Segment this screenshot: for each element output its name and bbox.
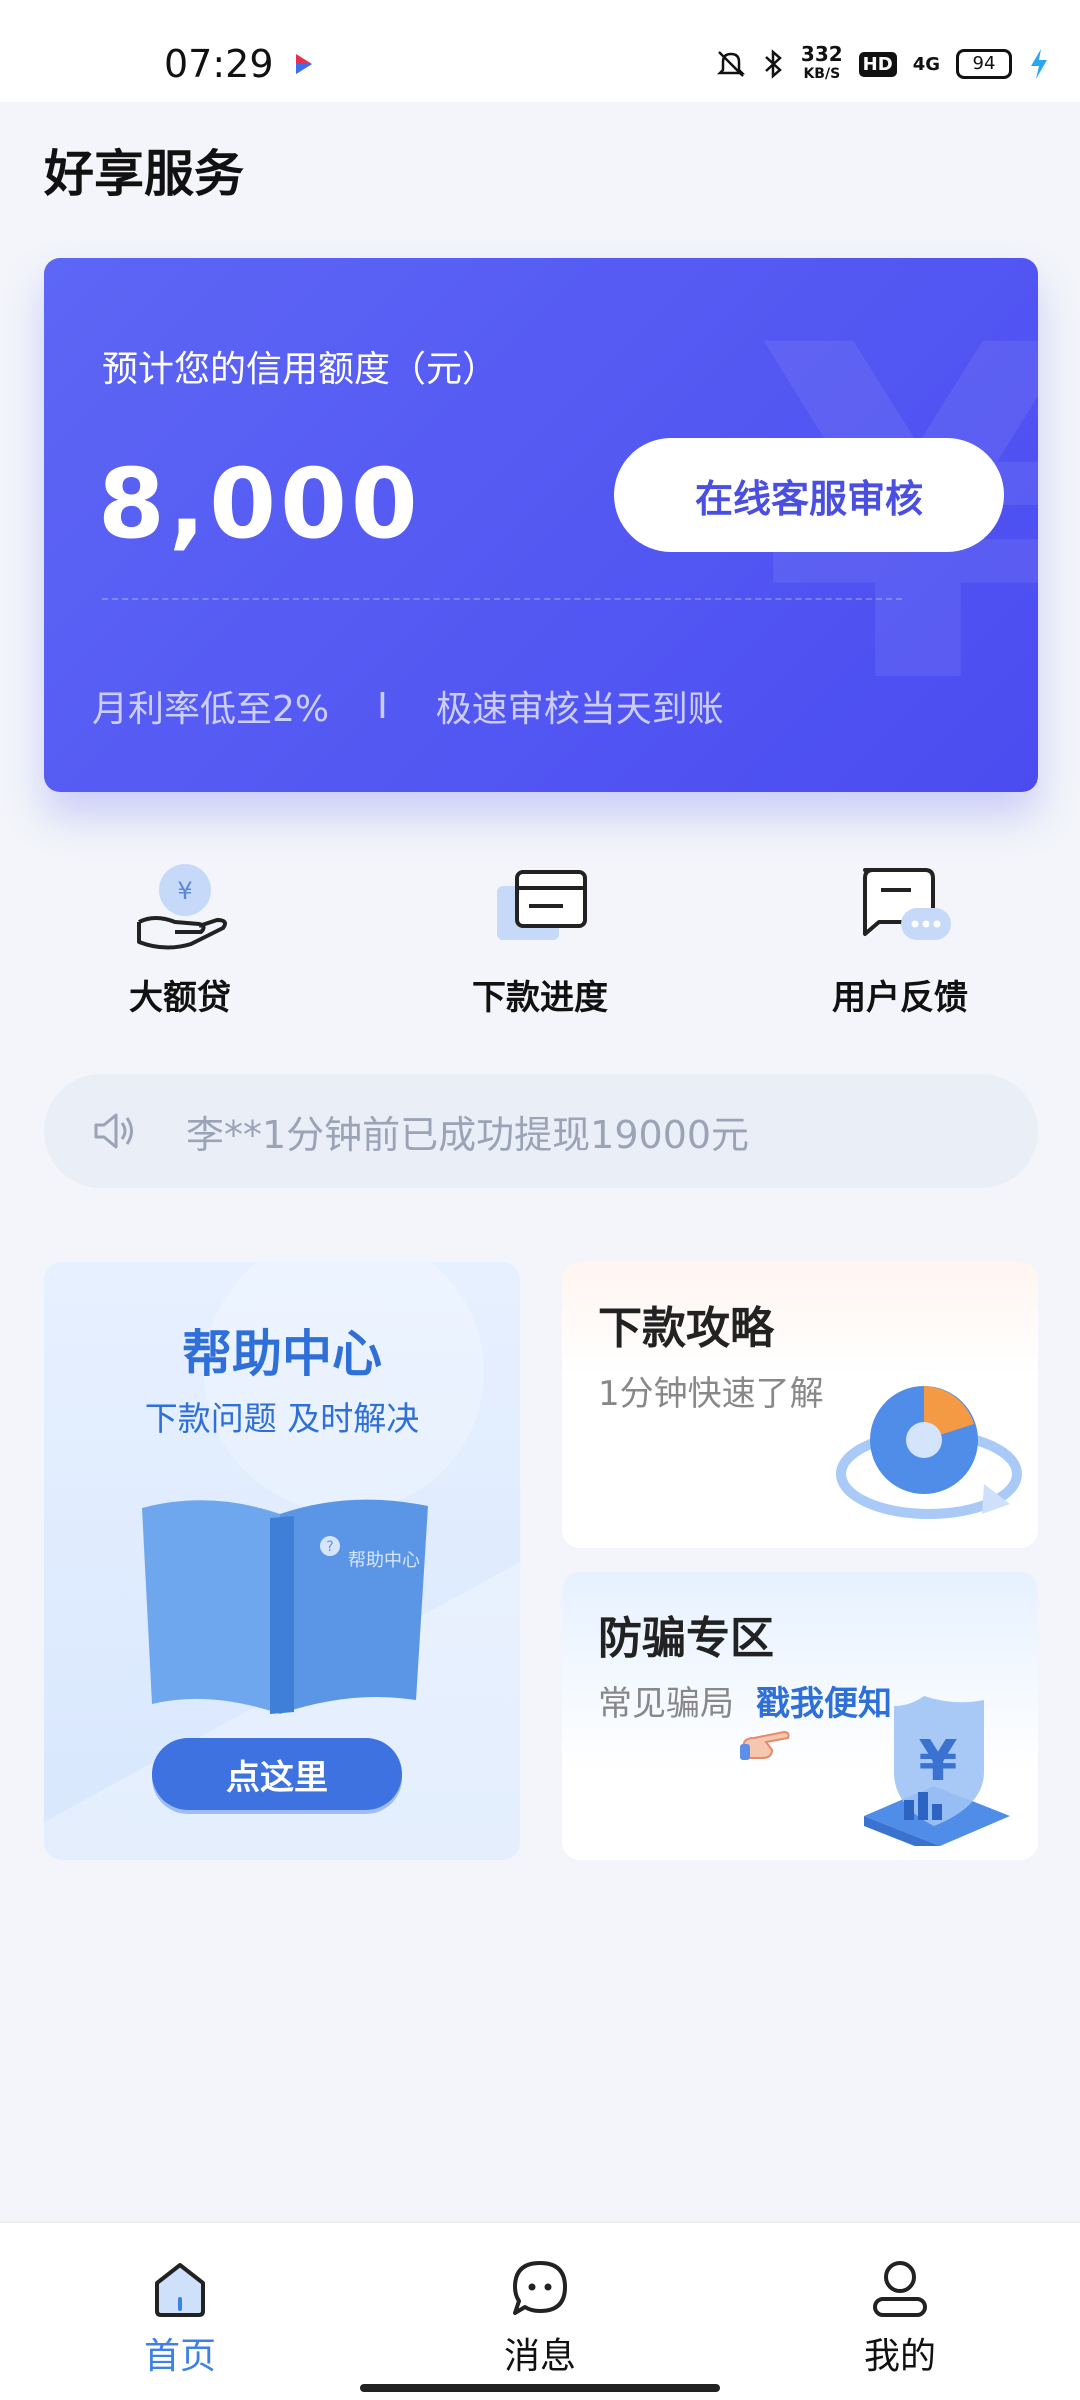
speaker-icon: [94, 1113, 133, 1149]
book-label: 帮助中心: [348, 1550, 420, 1571]
online-review-button[interactable]: 在线客服审核: [614, 438, 1004, 552]
profile-icon: [873, 2261, 927, 2317]
fraud-title: 防骗专区: [598, 1613, 774, 1664]
feature-separator: I: [377, 685, 388, 727]
page-title: 好享服务: [44, 145, 244, 203]
feature-row: 月利率低至2% I 极速审核当天到账: [92, 680, 724, 732]
tab-profile[interactable]: 我的: [820, 2257, 980, 2379]
quick-action-label: 下款进度: [472, 978, 608, 1018]
tab-home[interactable]: 首页: [100, 2257, 260, 2379]
feature-fast: 极速审核当天到账: [435, 689, 724, 730]
svg-text:¥: ¥: [919, 1729, 958, 1794]
quick-action-progress[interactable]: 下款进度: [440, 862, 640, 1019]
charging-icon: [1031, 49, 1047, 79]
quick-action-large-loan[interactable]: ¥ 大额贷: [80, 862, 280, 1019]
credit-limit-amount: 8,000: [98, 448, 422, 560]
quick-actions: ¥ 大额贷 下款进度 用户反馈: [0, 862, 1080, 1022]
message-icon: [513, 2261, 567, 2315]
network-speed: 332 KB/S: [800, 42, 843, 82]
credit-limit-label: 预计您的信用额度（元）: [102, 349, 499, 390]
credit-limit-card: ¥ 预计您的信用额度（元） 8,000 在线客服审核 月利率低至2% I 极速审…: [44, 258, 1038, 792]
quick-action-label: 用户反馈: [832, 978, 968, 1018]
status-icons: 332 KB/S HD 4G 94: [715, 44, 1050, 84]
quick-action-feedback[interactable]: 用户反馈: [800, 862, 1000, 1019]
bluetooth-icon: [765, 49, 782, 79]
mute-bell-icon: [716, 51, 745, 77]
home-icon: [155, 2263, 205, 2317]
help-center-card[interactable]: 帮助中心 下款问题 及时解决 ? 帮助中心 点这里: [44, 1262, 520, 1860]
help-center-title: 帮助中心: [182, 1325, 382, 1383]
click-here-button[interactable]: 点这里: [152, 1738, 402, 1810]
guide-subtitle: 1分钟快速了解: [598, 1374, 824, 1414]
quick-action-label: 大额贷: [129, 978, 231, 1018]
tab-label: 消息: [503, 2336, 576, 2377]
pie-chart-icon: [836, 1386, 1022, 1519]
card-icon: [497, 870, 587, 940]
notice-text: 李**1分钟前已成功提现19000元: [186, 1112, 750, 1157]
status-bar: 07:29 332 KB/S HD 4G 94: [0, 0, 1080, 102]
bottom-tab-bar: 首页 消息 我的: [0, 2222, 1080, 2400]
battery-icon: 94: [956, 49, 1012, 79]
home-indicator[interactable]: [360, 2384, 720, 2392]
shield-yen-icon: ¥: [864, 1696, 1010, 1846]
hand-yen-icon: ¥: [137, 864, 227, 950]
hd-badge: HD: [858, 51, 897, 77]
pointing-hand-icon: [740, 1730, 790, 1760]
app-logo-icon: [296, 54, 312, 74]
tab-messages[interactable]: 消息: [460, 2257, 620, 2379]
tab-label: 首页: [143, 2336, 216, 2377]
notice-ticker[interactable]: 李**1分钟前已成功提现19000元: [44, 1074, 1038, 1188]
svg-text:¥: ¥: [177, 877, 192, 905]
feature-rate: 月利率低至2%: [92, 689, 330, 730]
signal-icon: 4G: [912, 53, 940, 75]
chat-bubble-icon: [863, 868, 951, 940]
guide-title: 下款攻略: [598, 1303, 774, 1354]
help-center-subtitle: 下款问题 及时解决: [144, 1399, 420, 1438]
book-icon: ?: [142, 1499, 428, 1714]
tab-label: 我的: [863, 2336, 936, 2377]
status-time: 07:29: [164, 42, 274, 86]
svg-text:?: ?: [326, 1539, 333, 1555]
divider: [102, 598, 902, 600]
loan-guide-card[interactable]: 下款攻略 1分钟快速了解: [562, 1262, 1038, 1548]
anti-fraud-card[interactable]: 防骗专区 常见骗局 戳我便知 ¥: [562, 1572, 1038, 1860]
